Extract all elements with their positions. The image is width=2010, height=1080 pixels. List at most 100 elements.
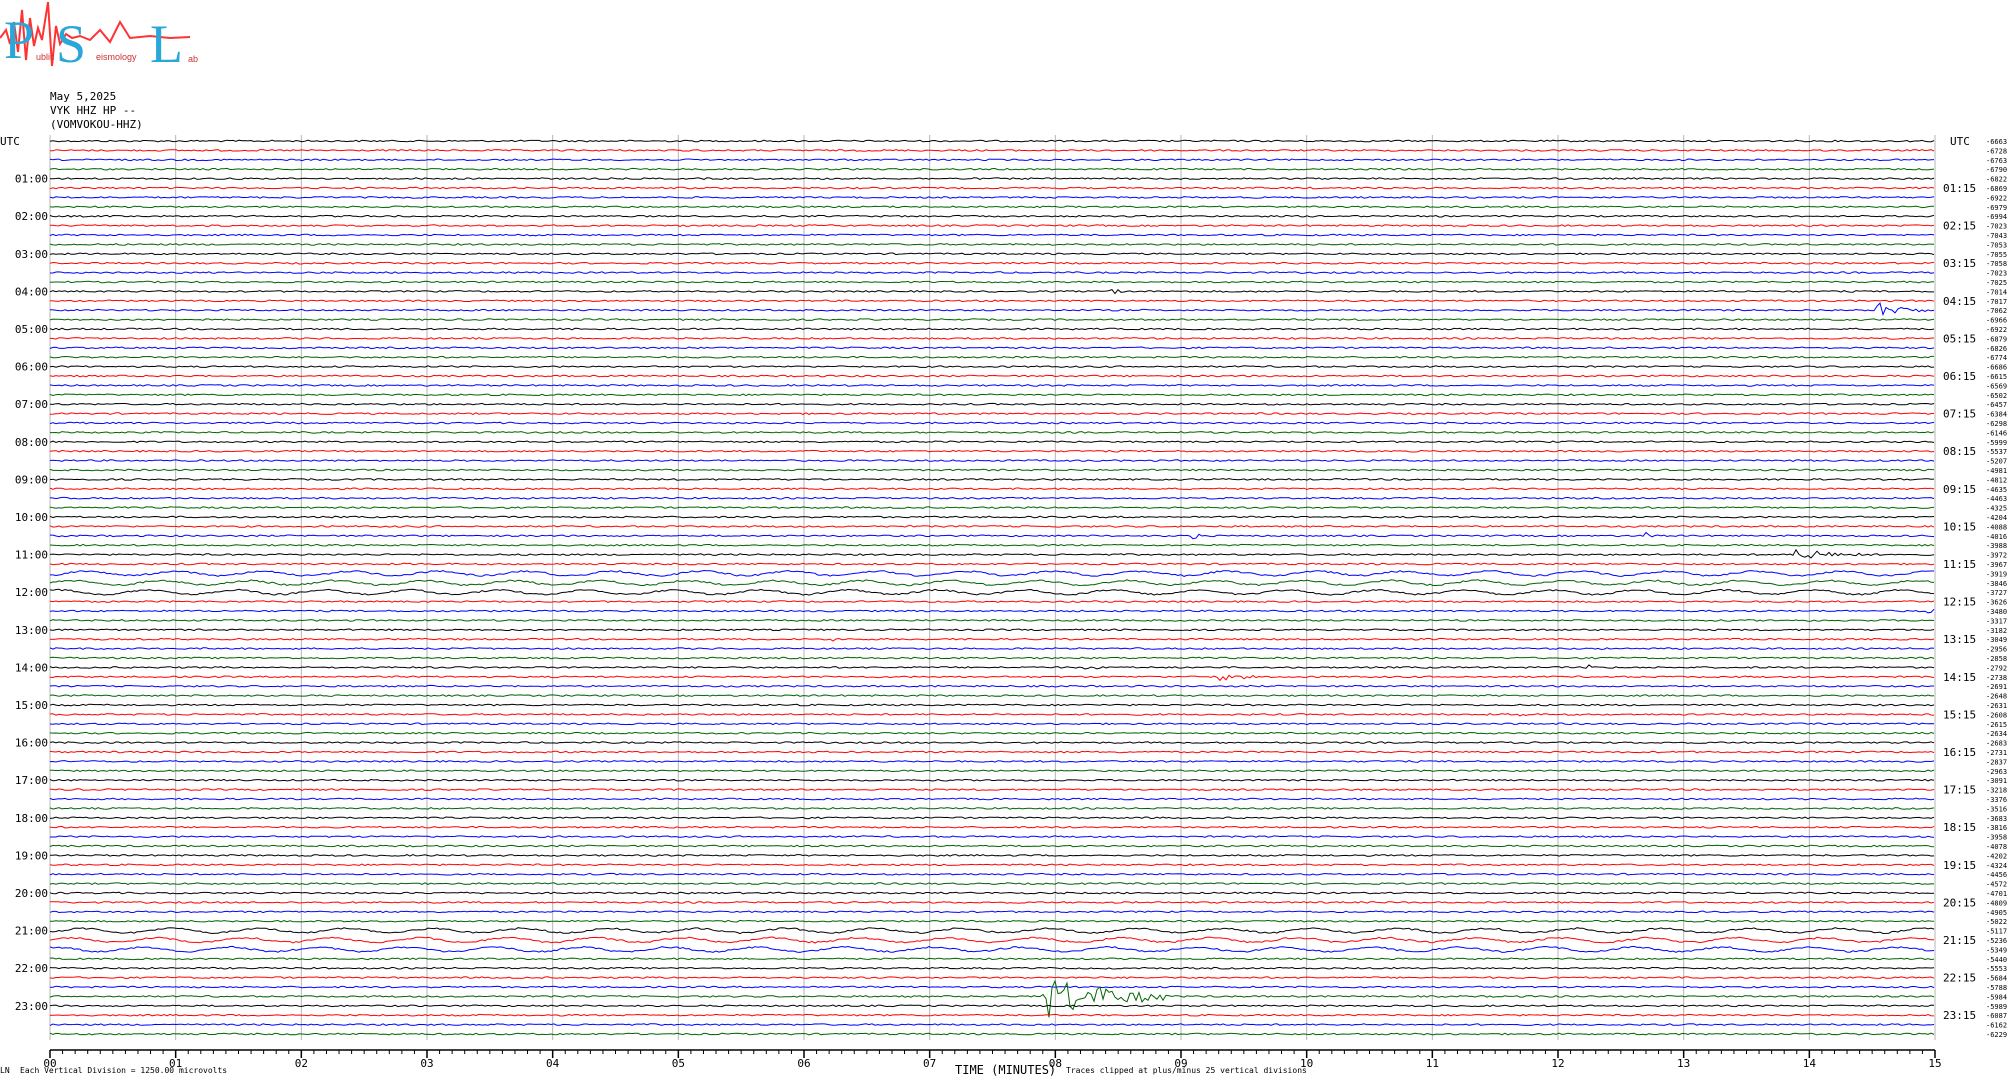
row-offset-label: -7023 (1986, 270, 2007, 278)
trace-row (49, 487, 1935, 491)
trace-row (49, 694, 1935, 697)
hour-label-left: 03:00 (15, 248, 48, 261)
hour-label-left: 06:00 (15, 361, 48, 374)
trace-row (49, 562, 1935, 566)
trace-row (49, 750, 1935, 754)
row-offset-label: -6763 (1986, 157, 2007, 165)
row-offset-label: -2683 (1986, 740, 2007, 748)
hour-label-right: 21:15 (1943, 934, 1976, 947)
trace-row (49, 703, 1935, 707)
trace-row (50, 835, 1935, 838)
trace-row (49, 854, 1935, 857)
x-tick-label: 11 (1426, 1057, 1439, 1070)
trace-row (50, 769, 1935, 773)
hour-label-right: 01:15 (1943, 182, 1976, 195)
row-offset-label: -2608 (1986, 711, 2007, 719)
row-offset-label: -4812 (1986, 476, 2007, 484)
trace-row (49, 337, 1935, 340)
trace-row (49, 957, 1935, 961)
row-offset-label: -6869 (1986, 185, 2007, 193)
x-tick-label: 02 (295, 1057, 308, 1070)
row-offset-label: -5989 (1986, 1003, 2007, 1011)
left-hour-labels: 01:00 02:00 03:00 04:00 05:00 06:00 07:00 08:00… (15, 173, 48, 1013)
hour-label-right: 16:15 (1943, 746, 1976, 759)
trace-row (50, 985, 1935, 989)
trace-row (49, 872, 1935, 876)
row-offset-label: -4204 (1986, 514, 2007, 522)
row-offset-label: -4078 (1986, 843, 2007, 851)
trace-row (49, 355, 1934, 359)
row-offset-label: -6966 (1986, 317, 2007, 325)
row-offset-label: -6087 (1986, 1012, 2007, 1020)
trace-row (49, 1013, 1935, 1017)
minute-gridlines (49, 135, 1936, 1040)
trace-row (49, 288, 1934, 295)
row-offset-label: -2731 (1986, 749, 2007, 757)
row-offset-label: -3049 (1986, 636, 2007, 644)
trace-row (49, 525, 1935, 528)
trace-row (49, 158, 1935, 162)
row-offset-label: -7017 (1986, 298, 2007, 306)
trace-row (49, 901, 1935, 904)
trace-row (49, 548, 1935, 559)
trace-row (49, 302, 1935, 317)
row-offset-label: -2648 (1986, 693, 2007, 701)
trace-row (49, 713, 1935, 717)
x-tick-label: 04 (546, 1057, 560, 1070)
row-offset-label: -3091 (1986, 777, 2007, 785)
trace-row (50, 569, 1934, 577)
row-offset-label: -5999 (1986, 439, 2007, 447)
row-offset-label: -4016 (1986, 533, 2007, 541)
trace-row (49, 412, 1935, 415)
row-offset-label: -2691 (1986, 683, 2007, 691)
row-offset-label: -6229 (1986, 1031, 2007, 1039)
trace-row (50, 271, 1935, 274)
row-offset-label: -5788 (1986, 984, 2007, 992)
hour-label-left: 01:00 (15, 173, 48, 186)
trace-row (49, 384, 1935, 387)
hour-label-right: 14:15 (1943, 671, 1976, 684)
row-offset-label: -3182 (1986, 627, 2007, 635)
trace-row (49, 478, 1935, 481)
hour-label-left: 20:00 (15, 887, 48, 900)
row-offset-label: -6384 (1986, 411, 2007, 419)
trace-row (49, 863, 1935, 867)
row-offset-label: -4701 (1986, 890, 2007, 898)
trace-row (49, 261, 1935, 265)
trace-row (49, 1004, 1935, 1008)
right-hour-labels: 01:15 02:15 03:15 04:15 05:15 06:15 07:15 08:15… (1943, 182, 1976, 1022)
trace-row (49, 966, 1935, 970)
row-offset-label: -7058 (1986, 260, 2007, 268)
row-offset-label: -5537 (1986, 448, 2007, 456)
row-offset-label: -6457 (1986, 401, 2007, 409)
seismic-traces (49, 139, 1935, 1036)
hour-label-left: 21:00 (15, 925, 48, 938)
hour-label-left: 05:00 (15, 323, 48, 336)
row-offset-label: -6728 (1986, 147, 2007, 155)
row-offset-label: -4325 (1986, 505, 2007, 513)
row-offset-label: -3218 (1986, 787, 2007, 795)
row-offset-label: -2792 (1986, 664, 2007, 672)
row-offset-label: -2956 (1986, 646, 2007, 654)
hour-label-left: 18:00 (15, 812, 48, 825)
trace-row (49, 139, 1935, 143)
trace-row (49, 421, 1935, 425)
trace-row (49, 684, 1934, 688)
row-offset-label: -2631 (1986, 702, 2007, 710)
row-offset-label: -6615 (1986, 373, 2007, 381)
hour-label-left: 04:00 (15, 285, 48, 298)
hour-label-left: 07:00 (15, 398, 48, 411)
row-offset-label: -3727 (1986, 589, 2007, 597)
hour-label-left: 22:00 (15, 962, 48, 975)
x-tick-label: 14 (1803, 1057, 1817, 1070)
row-offset-label: -6822 (1986, 176, 2007, 184)
hour-label-right: 13:15 (1943, 633, 1976, 646)
row-offset-label: -2858 (1986, 655, 2007, 663)
row-offset-label: -4456 (1986, 871, 2007, 879)
trace-row (49, 515, 1935, 519)
trace-row (49, 936, 1934, 944)
row-offset-label: -4809 (1986, 899, 2007, 907)
row-offset-label: -5984 (1986, 993, 2007, 1001)
hour-label-left: 13:00 (15, 624, 48, 637)
trace-row (49, 910, 1935, 914)
